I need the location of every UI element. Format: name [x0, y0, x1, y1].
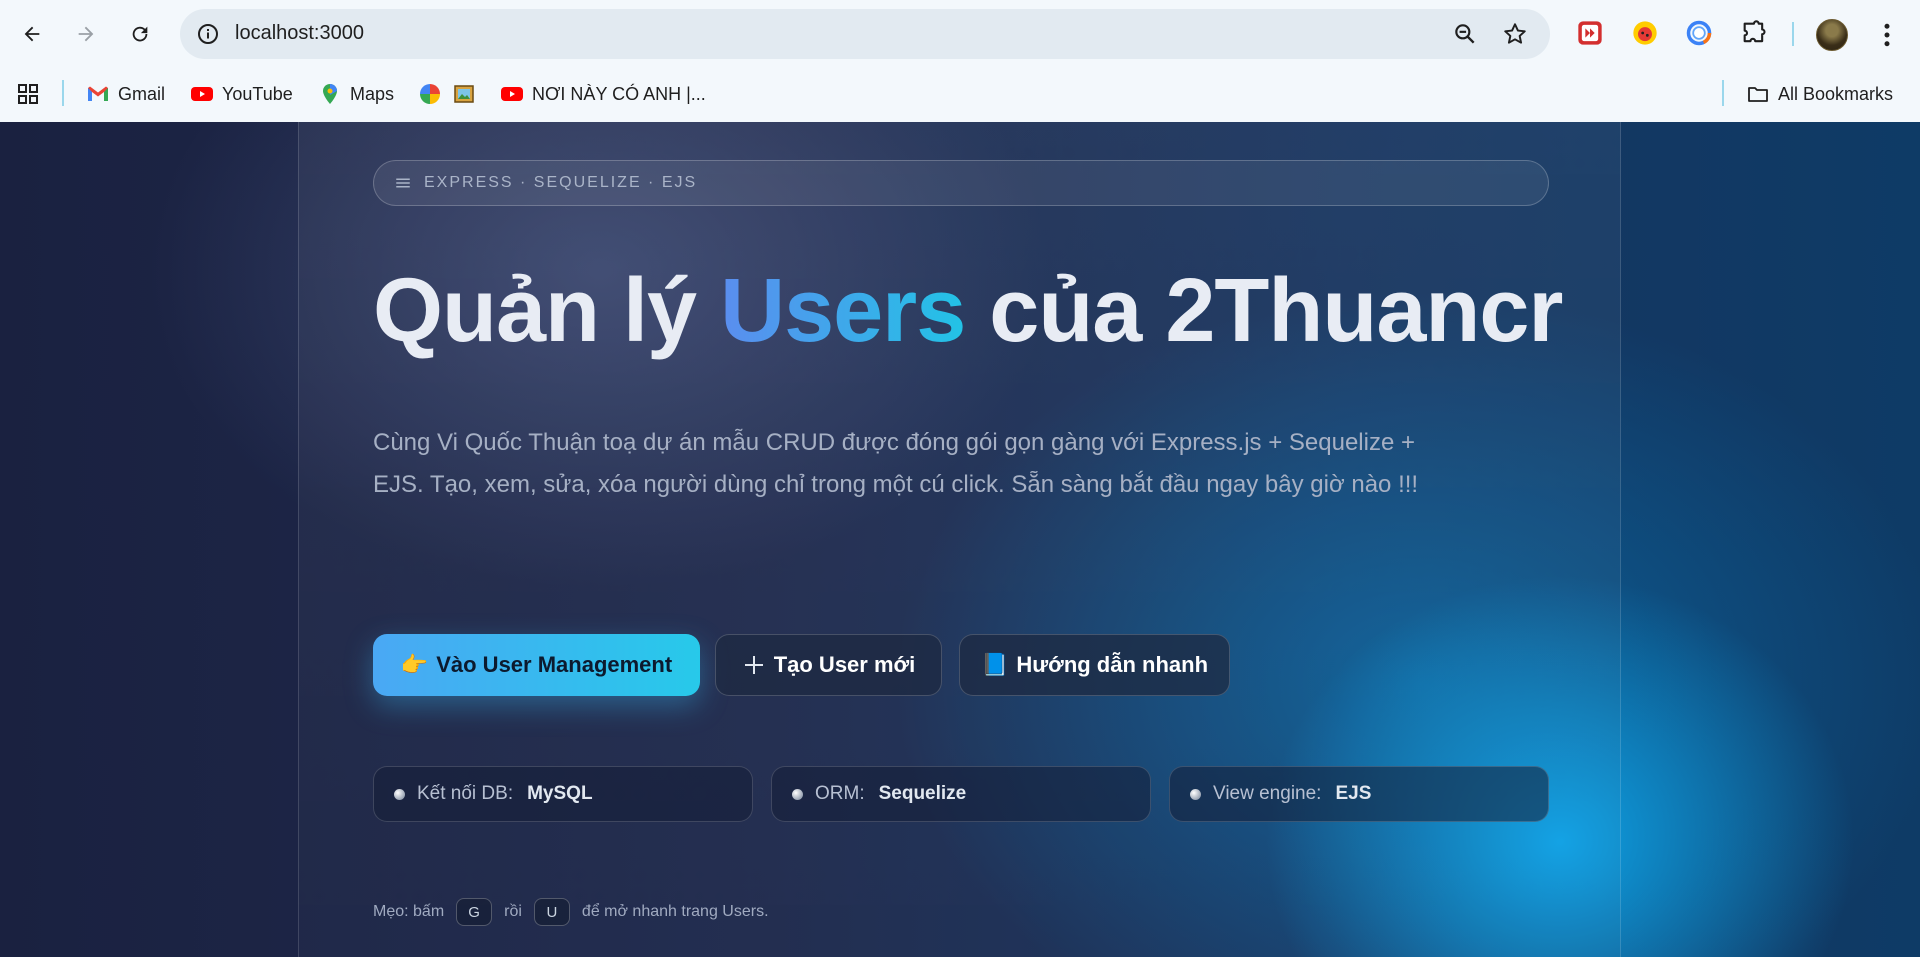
arrow-left-icon [24, 26, 40, 42]
bookmark-label: Gmail [118, 83, 166, 104]
button-label: Tạo User mới [773, 652, 916, 677]
menu-lines-icon [396, 178, 410, 188]
quick-guide-button[interactable]: 📘 Hướng dẫn nhanh [959, 634, 1230, 696]
all-bookmarks-button[interactable]: All Bookmarks [1746, 80, 1893, 108]
extension-video-speed-icon[interactable] [1575, 18, 1605, 48]
button-label: Vào User Management [436, 652, 673, 677]
youtube-icon [501, 87, 523, 101]
stat-label: View engine: [1213, 783, 1322, 804]
youtube-icon [191, 87, 213, 101]
stat-label: ORM: [815, 783, 865, 804]
bookmark-label: Maps [350, 83, 395, 104]
extension-ring-icon[interactable] [1684, 18, 1714, 48]
apps-grid-icon [18, 84, 38, 104]
status-dot-icon [394, 788, 405, 800]
reload-icon [132, 26, 148, 42]
more-menu-icon[interactable] [1872, 20, 1902, 50]
book-icon: 📘 [980, 652, 1009, 677]
bookmarks-separator [1722, 80, 1724, 106]
stat-value: EJS [1335, 783, 1372, 804]
page-description: Cùng Vi Quốc Thuận toạ dự án mẫu CRUD đư… [373, 429, 1419, 498]
back-button[interactable] [14, 16, 50, 52]
maps-pin-icon [323, 84, 337, 104]
stat-view-engine: View engine: EJS [1169, 766, 1549, 822]
folder-icon [1748, 87, 1768, 102]
plus-icon [744, 656, 763, 674]
reload-button[interactable] [122, 16, 158, 52]
pinwheel-icon [420, 84, 440, 104]
bookmarks-separator [62, 80, 64, 106]
extension-ladybug-icon[interactable] [1630, 18, 1660, 48]
bookmark-label: NƠI NÀY CÓ ANH |... [532, 83, 706, 104]
toolbar-separator [1792, 22, 1794, 46]
create-user-button[interactable]: Tạo User mới [715, 634, 942, 696]
stat-orm: ORM: Sequelize [771, 766, 1151, 822]
title-accent: Users [720, 261, 966, 361]
page-viewport: EXPRESS · SEQUELIZE · EJS Quản lý Users … [0, 122, 1920, 957]
bookmark-maps[interactable]: Maps [318, 80, 394, 108]
url-text[interactable]: localhost:3000 [235, 22, 364, 45]
hint-prefix: Mẹo: bấm [373, 903, 445, 920]
key-g: G [456, 898, 493, 926]
user-management-button[interactable]: 👉 Vào User Management [373, 634, 700, 696]
bookmark-star-icon[interactable] [1502, 21, 1528, 47]
title-part-2: của 2Thuancr [965, 261, 1563, 361]
zoom-icon[interactable] [1452, 21, 1478, 47]
address-bar[interactable]: localhost:3000 [180, 9, 1550, 59]
bookmarks-bar: Gmail YouTube Maps NƠI NÀY CÓ ANH |... A… [0, 70, 1920, 122]
picture-icon [454, 85, 474, 103]
hint-middle: rồi [504, 903, 522, 920]
key-u: U [533, 898, 570, 926]
gmail-icon [88, 86, 108, 101]
hint-suffix: để mở nhanh trang Users. [581, 903, 769, 920]
extensions-puzzle-icon[interactable] [1739, 18, 1769, 48]
hero-panel: EXPRESS · SEQUELIZE · EJS Quản lý Users … [298, 122, 1621, 957]
page-title: Quản lý Users của 2Thuancr [373, 260, 1563, 363]
profile-avatar[interactable] [1816, 19, 1848, 51]
site-info-icon[interactable] [196, 22, 220, 46]
stat-db: Kết nối DB: MySQL [373, 766, 753, 822]
tech-stack-text: EXPRESS · SEQUELIZE · EJS [424, 174, 698, 191]
status-dot-icon [1190, 788, 1201, 800]
bookmark-youtube-video[interactable]: NƠI NÀY CÓ ANH |... [500, 80, 706, 108]
browser-chrome: localhost:3000 Gmail YouTube Maps NƠI NÀ… [0, 0, 1920, 122]
status-dot-icon [792, 788, 803, 800]
bookmark-youtube[interactable]: YouTube [190, 80, 293, 108]
browser-toolbar: localhost:3000 [0, 0, 1920, 70]
stat-value: MySQL [527, 783, 593, 804]
apps-button[interactable] [16, 80, 40, 108]
forward-button[interactable] [68, 16, 104, 52]
stat-value: Sequelize [878, 783, 967, 804]
bookmark-label: YouTube [222, 83, 293, 104]
bookmark-colorful[interactable] [418, 80, 442, 108]
bookmark-image[interactable] [452, 80, 476, 108]
bookmark-label: All Bookmarks [1778, 83, 1894, 104]
title-part-1: Quản lý [373, 261, 721, 361]
button-label: Hướng dẫn nhanh [1016, 652, 1209, 677]
bookmark-gmail[interactable]: Gmail [86, 80, 165, 108]
keyboard-hint: Mẹo: bấm G rồi U để mở nhanh trang Users… [373, 898, 769, 926]
arrow-right-icon [78, 26, 94, 42]
pointing-hand-icon: 👉 [400, 652, 429, 677]
tech-stack-bar: EXPRESS · SEQUELIZE · EJS [373, 160, 1549, 206]
stat-label: Kết nối DB: [417, 783, 514, 804]
